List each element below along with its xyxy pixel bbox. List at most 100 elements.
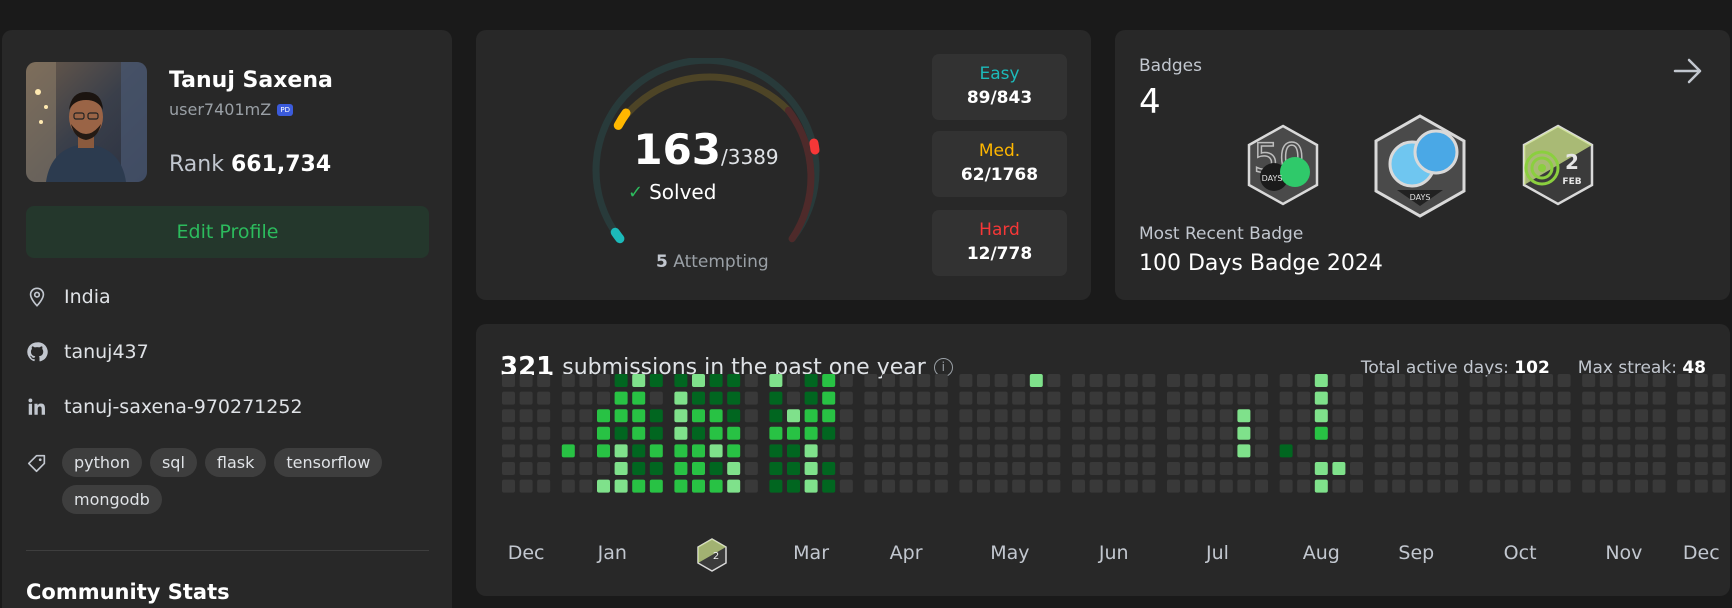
heatmap-cell[interactable] xyxy=(769,479,783,493)
heatmap-cell[interactable] xyxy=(787,391,800,405)
heatmap-cell[interactable] xyxy=(1332,409,1346,423)
heatmap-cell[interactable] xyxy=(1487,444,1501,458)
heatmap-cell[interactable] xyxy=(1167,444,1180,458)
heatmap-cell[interactable] xyxy=(1202,426,1216,440)
heatmap-cell[interactable] xyxy=(1427,479,1441,493)
heatmap-cell[interactable] xyxy=(1297,391,1311,405)
heatmap-cell[interactable] xyxy=(1255,374,1268,387)
heatmap-cell[interactable] xyxy=(917,479,931,493)
heatmap-cell[interactable] xyxy=(1350,374,1363,387)
heatmap-cell[interactable] xyxy=(1599,409,1613,423)
heatmap-cell[interactable] xyxy=(1409,444,1423,458)
heatmap-cell[interactable] xyxy=(1237,374,1251,387)
difficulty-hard[interactable]: Hard 12/778 xyxy=(932,210,1067,276)
heatmap-cell[interactable] xyxy=(1445,374,1458,387)
heatmap-cell[interactable] xyxy=(1677,409,1691,423)
heatmap-cell[interactable] xyxy=(1107,409,1121,423)
heatmap-cell[interactable] xyxy=(822,479,836,493)
heatmap-cell[interactable] xyxy=(977,374,990,387)
heatmap-cell[interactable] xyxy=(1374,479,1388,493)
heatmap-cell[interactable] xyxy=(994,374,1008,387)
heatmap-cell[interactable] xyxy=(804,391,818,405)
heatmap-cell[interactable] xyxy=(692,444,705,458)
heatmap-cell[interactable] xyxy=(632,426,646,440)
heatmap-cell[interactable] xyxy=(1409,409,1423,423)
heatmap-cell[interactable] xyxy=(917,462,931,475)
heatmap-cell[interactable] xyxy=(1469,462,1483,475)
heatmap-cell[interactable] xyxy=(899,426,913,440)
heatmap-cell[interactable] xyxy=(769,426,783,440)
heatmap-cell[interactable] xyxy=(1617,462,1631,475)
heatmap-cell[interactable] xyxy=(1409,426,1423,440)
heatmap-cell[interactable] xyxy=(1314,391,1328,405)
heatmap-cell[interactable] xyxy=(1350,462,1363,475)
heatmap-cell[interactable] xyxy=(1184,426,1198,440)
heatmap-cell[interactable] xyxy=(959,462,973,475)
heatmap-cell[interactable] xyxy=(692,374,705,387)
heatmap-cell[interactable] xyxy=(1557,409,1571,423)
heatmap-cell[interactable] xyxy=(1617,391,1631,405)
heatmap-cell[interactable] xyxy=(917,374,931,387)
heatmap-cell[interactable] xyxy=(977,391,990,405)
heatmap-cell[interactable] xyxy=(934,426,948,440)
heatmap-cell[interactable] xyxy=(1677,391,1691,405)
heatmap-cell[interactable] xyxy=(1522,374,1536,387)
heatmap-cell[interactable] xyxy=(1297,462,1311,475)
heatmap-cell[interactable] xyxy=(1029,409,1043,423)
heatmap-cell[interactable] xyxy=(1374,426,1388,440)
heatmap-cell[interactable] xyxy=(744,409,758,423)
heatmap-cell[interactable] xyxy=(1314,409,1328,423)
heatmap-cell[interactable] xyxy=(1599,479,1613,493)
heatmap-cell[interactable] xyxy=(1107,426,1121,440)
heatmap-cell[interactable] xyxy=(561,426,575,440)
heatmap-cell[interactable] xyxy=(1219,391,1233,405)
heatmap-cell[interactable] xyxy=(1635,444,1648,458)
heatmap-cell[interactable] xyxy=(1557,426,1571,440)
heatmap-cell[interactable] xyxy=(1107,391,1121,405)
heatmap-cell[interactable] xyxy=(649,479,663,493)
heatmap-cell[interactable] xyxy=(1072,462,1085,475)
heatmap-cell[interactable] xyxy=(1635,462,1648,475)
heatmap-cell[interactable] xyxy=(977,462,990,475)
heatmap-cell[interactable] xyxy=(1652,391,1666,405)
heatmap-cell[interactable] xyxy=(1237,479,1251,493)
heatmap-cell[interactable] xyxy=(1445,409,1458,423)
heatmap-cell[interactable] xyxy=(1124,409,1138,423)
heatmap-cell[interactable] xyxy=(1202,479,1216,493)
skill-tag[interactable]: tensorflow xyxy=(274,448,383,477)
heatmap-cell[interactable] xyxy=(1279,444,1293,458)
heatmap-cell[interactable] xyxy=(787,374,800,387)
heatmap-cell[interactable] xyxy=(1522,409,1536,423)
heatmap-cell[interactable] xyxy=(1029,426,1043,440)
heatmap-cell[interactable] xyxy=(994,426,1008,440)
heatmap-cell[interactable] xyxy=(839,479,853,493)
heatmap-cell[interactable] xyxy=(1219,462,1233,475)
heatmap-cell[interactable] xyxy=(502,391,515,405)
heatmap-cell[interactable] xyxy=(1469,444,1483,458)
heatmap-cell[interactable] xyxy=(1617,479,1631,493)
heatmap-cell[interactable] xyxy=(727,426,741,440)
heatmap-cell[interactable] xyxy=(1487,479,1501,493)
heatmap-cell[interactable] xyxy=(1677,426,1691,440)
heatmap-cell[interactable] xyxy=(1409,374,1423,387)
heatmap-cell[interactable] xyxy=(1504,391,1518,405)
heatmap-cell[interactable] xyxy=(1522,444,1536,458)
heatmap-cell[interactable] xyxy=(502,444,515,458)
heatmap-cell[interactable] xyxy=(1582,409,1596,423)
heatmap-cell[interactable] xyxy=(614,391,628,405)
heatmap-cell[interactable] xyxy=(1522,479,1536,493)
heatmap-cell[interactable] xyxy=(1652,409,1666,423)
heatmap-cell[interactable] xyxy=(1089,462,1103,475)
heatmap-cell[interactable] xyxy=(1314,426,1328,440)
heatmap-cell[interactable] xyxy=(692,479,705,493)
heatmap-cell[interactable] xyxy=(839,462,853,475)
heatmap-cell[interactable] xyxy=(1012,391,1026,405)
heatmap-cell[interactable] xyxy=(1237,391,1251,405)
heatmap-cell[interactable] xyxy=(1350,391,1363,405)
heatmap-cell[interactable] xyxy=(1392,426,1406,440)
heatmap-cell[interactable] xyxy=(709,374,723,387)
heatmap-cell[interactable] xyxy=(1012,444,1026,458)
heatmap-cell[interactable] xyxy=(1677,462,1691,475)
heatmap-cell[interactable] xyxy=(934,391,948,405)
heatmap-cell[interactable] xyxy=(994,409,1008,423)
